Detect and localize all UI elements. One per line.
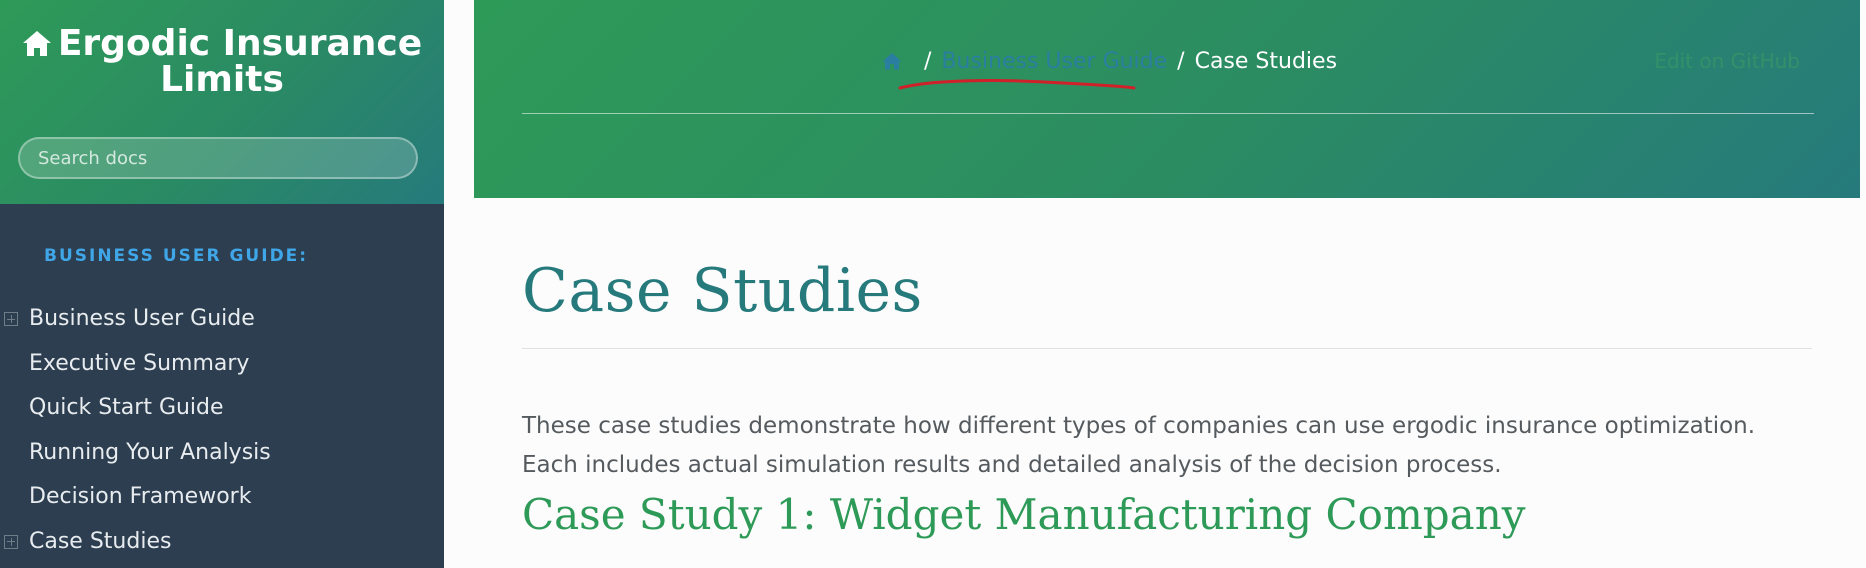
header-divider	[522, 113, 1814, 114]
page-header: / Business User Guide / Case Studies Edit o…	[474, 0, 1860, 198]
expand-icon[interactable]	[4, 534, 18, 549]
sidebar-item-label: Decision Framework	[29, 484, 252, 509]
breadcrumb-home-icon[interactable]	[882, 52, 902, 70]
breadcrumb-separator: /	[924, 49, 932, 74]
brand-title: Ergodic Insurance Limits	[57, 23, 423, 100]
red-underline-annotation	[898, 79, 1136, 90]
intro-paragraph: These case studies demonstrate how diffe…	[522, 413, 1756, 478]
sidebar-item-decision-framework[interactable]: Decision Framework	[0, 475, 444, 520]
sidebar-item-case-studies[interactable]: Case Studies	[0, 520, 444, 565]
page-title: Case Studies	[522, 256, 923, 326]
brand-link[interactable]: Ergodic Insurance Limits	[0, 0, 444, 98]
sidebar-item-label: Running Your Analysis	[29, 439, 271, 465]
sidebar-item-executive-summary[interactable]: Executive Summary	[0, 342, 444, 387]
sidebar-item-running-your-analysis[interactable]: Running Your Analysis	[0, 431, 444, 476]
section-heading: Case Study 1: Widget Manufacturing Compa…	[522, 490, 1526, 539]
sidebar: Ergodic Insurance Limits BUSINESS USER G…	[0, 0, 444, 568]
sidebar-nav: Business User Guide Executive Summary Qu…	[0, 297, 444, 564]
sidebar-item-business-user-guide[interactable]: Business User Guide	[0, 297, 444, 342]
sidebar-header: Ergodic Insurance Limits	[0, 0, 444, 204]
expand-icon[interactable]	[4, 312, 18, 326]
home-icon	[22, 31, 51, 56]
breadcrumb-parent-link[interactable]: Business User Guide	[941, 49, 1167, 74]
search-input[interactable]	[18, 137, 418, 179]
sidebar-item-label: Quick Start Guide	[29, 395, 224, 420]
sidebar-item-label: Business User Guide	[29, 306, 255, 331]
breadcrumb-current: Case Studies	[1194, 49, 1338, 74]
breadcrumb-separator: /	[1177, 49, 1185, 74]
nav-caption: BUSINESS USER GUIDE:	[44, 246, 309, 266]
sidebar-item-label: Executive Summary	[29, 350, 250, 376]
sidebar-item-quick-start-guide[interactable]: Quick Start Guide	[0, 386, 444, 431]
sidebar-item-label: Case Studies	[29, 528, 172, 554]
edit-on-github-link[interactable]: Edit on GitHub	[1654, 49, 1800, 73]
breadcrumb: / Business User Guide / Case Studies	[882, 47, 1337, 77]
title-divider	[522, 348, 1812, 349]
